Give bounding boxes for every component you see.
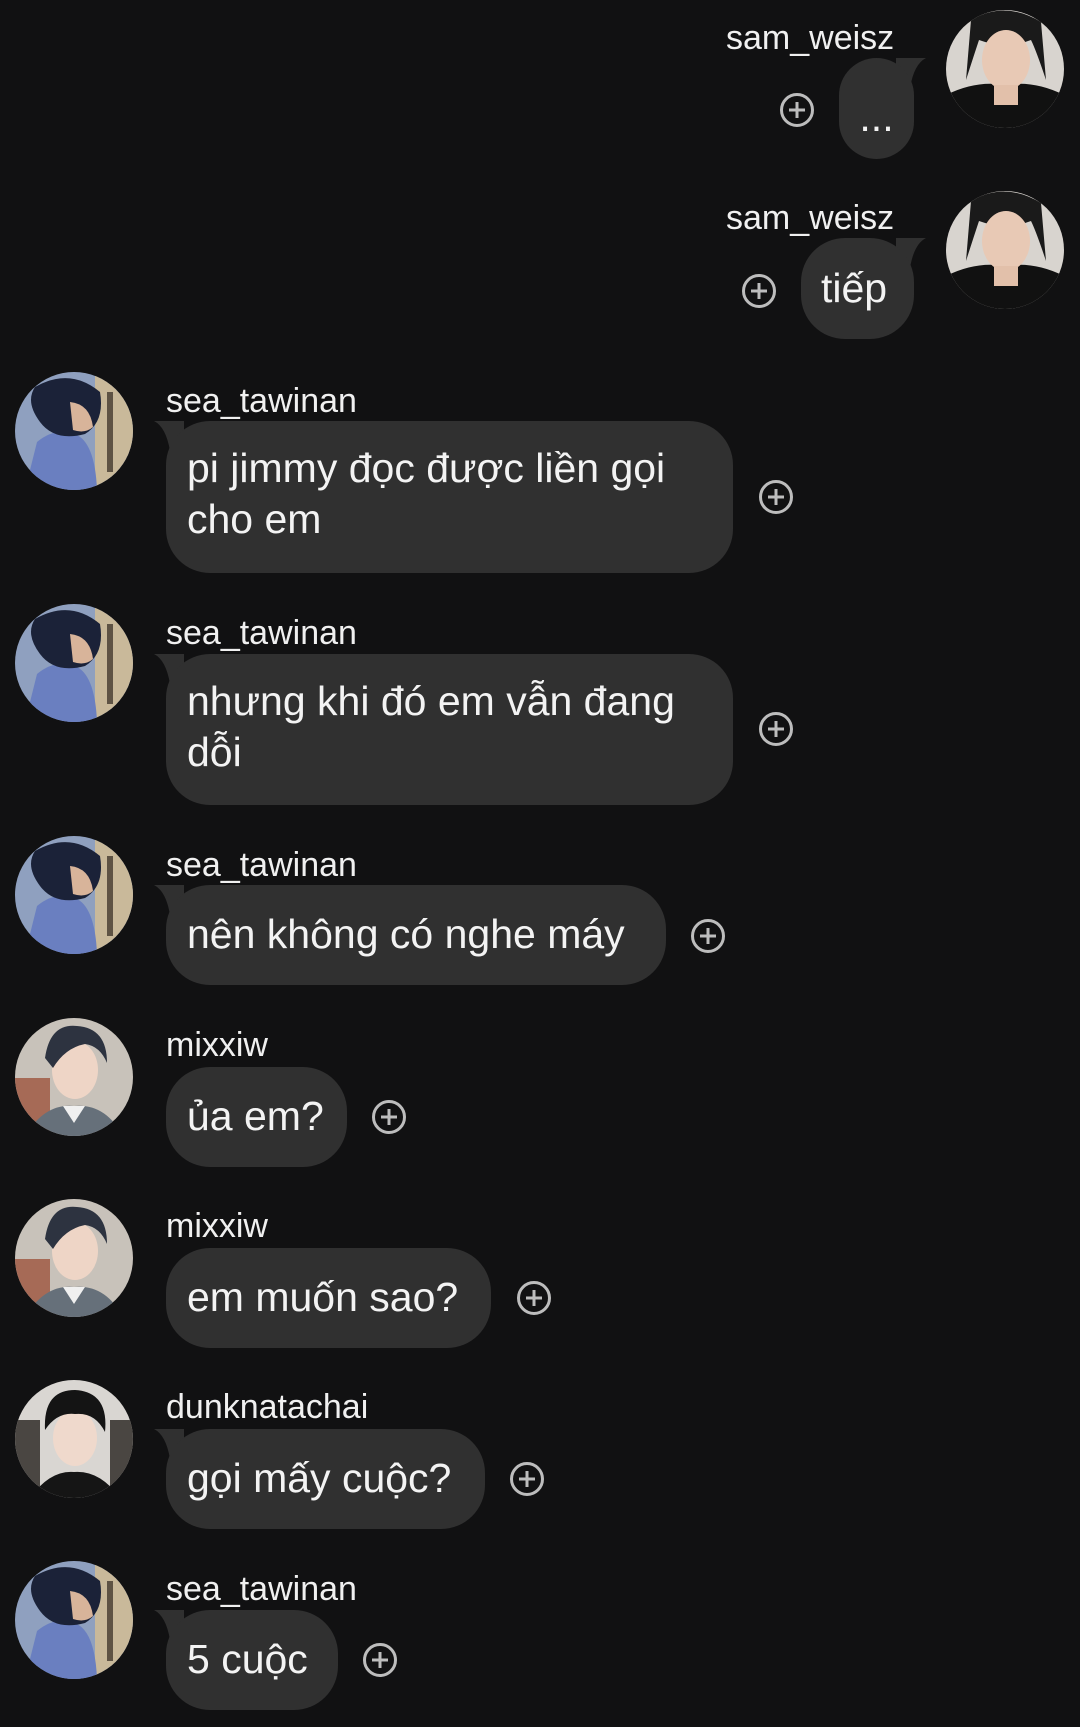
user-avatar[interactable] <box>15 372 133 490</box>
user-avatar[interactable] <box>15 1380 133 1498</box>
sender-name[interactable]: sea_tawinan <box>166 613 357 653</box>
chat-message: sea_tawinan nhưng khi đó em vẫn đang dỗi <box>0 597 1080 807</box>
add-reaction-icon[interactable] <box>741 273 777 309</box>
chat-message: sam_weisz tiếp <box>0 180 1080 340</box>
add-reaction-icon[interactable] <box>509 1461 545 1497</box>
add-reaction-icon[interactable] <box>516 1280 552 1316</box>
message-bubble[interactable]: ủa em? <box>166 1067 347 1167</box>
message-text: tiếp <box>821 265 888 311</box>
sender-name[interactable]: sam_weisz <box>726 198 894 238</box>
message-bubble[interactable]: nhưng khi đó em vẫn đang dỗi <box>166 654 733 805</box>
chat-message: sea_tawinan 5 cuộc <box>0 1553 1080 1727</box>
chat-message: dunknatachai gọi mấy cuộc? <box>0 1372 1080 1532</box>
add-reaction-icon[interactable] <box>758 711 794 747</box>
add-reaction-icon[interactable] <box>758 479 794 515</box>
chat-message: sea_tawinan pi jimmy đọc được liền gọi c… <box>0 365 1080 575</box>
add-reaction-icon[interactable] <box>371 1099 407 1135</box>
message-text: ủa em? <box>187 1093 324 1139</box>
sender-name[interactable]: sea_tawinan <box>166 845 357 885</box>
user-avatar[interactable] <box>15 1561 133 1679</box>
user-avatar[interactable] <box>15 1199 133 1317</box>
chat-message: mixxiw ủa em? <box>0 1010 1080 1170</box>
message-bubble[interactable]: 5 cuộc <box>166 1610 338 1710</box>
chat-message: sea_tawinan nên không có nghe máy <box>0 829 1080 989</box>
message-bubble[interactable]: gọi mấy cuộc? <box>166 1429 485 1529</box>
message-text: 5 cuộc <box>187 1636 308 1682</box>
add-reaction-icon[interactable] <box>362 1642 398 1678</box>
chat-message: sam_weisz ... <box>0 0 1080 160</box>
sender-name[interactable]: sea_tawinan <box>166 1569 357 1609</box>
message-bubble[interactable]: nên không có nghe máy <box>166 885 666 985</box>
add-reaction-icon[interactable] <box>779 92 815 128</box>
sender-name[interactable]: dunknatachai <box>166 1387 368 1427</box>
add-reaction-icon[interactable] <box>690 918 726 954</box>
user-avatar[interactable] <box>15 1018 133 1136</box>
sender-name[interactable]: mixxiw <box>166 1025 268 1065</box>
message-bubble[interactable]: em muốn sao? <box>166 1248 491 1348</box>
message-text: ... <box>859 94 894 140</box>
user-avatar[interactable] <box>946 10 1064 128</box>
message-text: em muốn sao? <box>187 1274 459 1320</box>
message-bubble[interactable]: pi jimmy đọc được liền gọi cho em <box>166 421 733 573</box>
user-avatar[interactable] <box>946 191 1064 309</box>
user-avatar[interactable] <box>15 604 133 722</box>
message-text: gọi mấy cuộc? <box>187 1455 452 1501</box>
chat-message: mixxiw em muốn sao? <box>0 1191 1080 1351</box>
sender-name[interactable]: mixxiw <box>166 1206 268 1246</box>
message-text: nhưng khi đó em vẫn đang dỗi <box>187 678 675 775</box>
user-avatar[interactable] <box>15 836 133 954</box>
message-text: pi jimmy đọc được liền gọi cho em <box>187 445 666 542</box>
message-bubble[interactable]: tiếp <box>801 238 914 339</box>
message-bubble[interactable]: ... <box>839 58 914 159</box>
message-text: nên không có nghe máy <box>187 911 625 957</box>
sender-name[interactable]: sea_tawinan <box>166 381 357 421</box>
sender-name[interactable]: sam_weisz <box>726 18 894 58</box>
